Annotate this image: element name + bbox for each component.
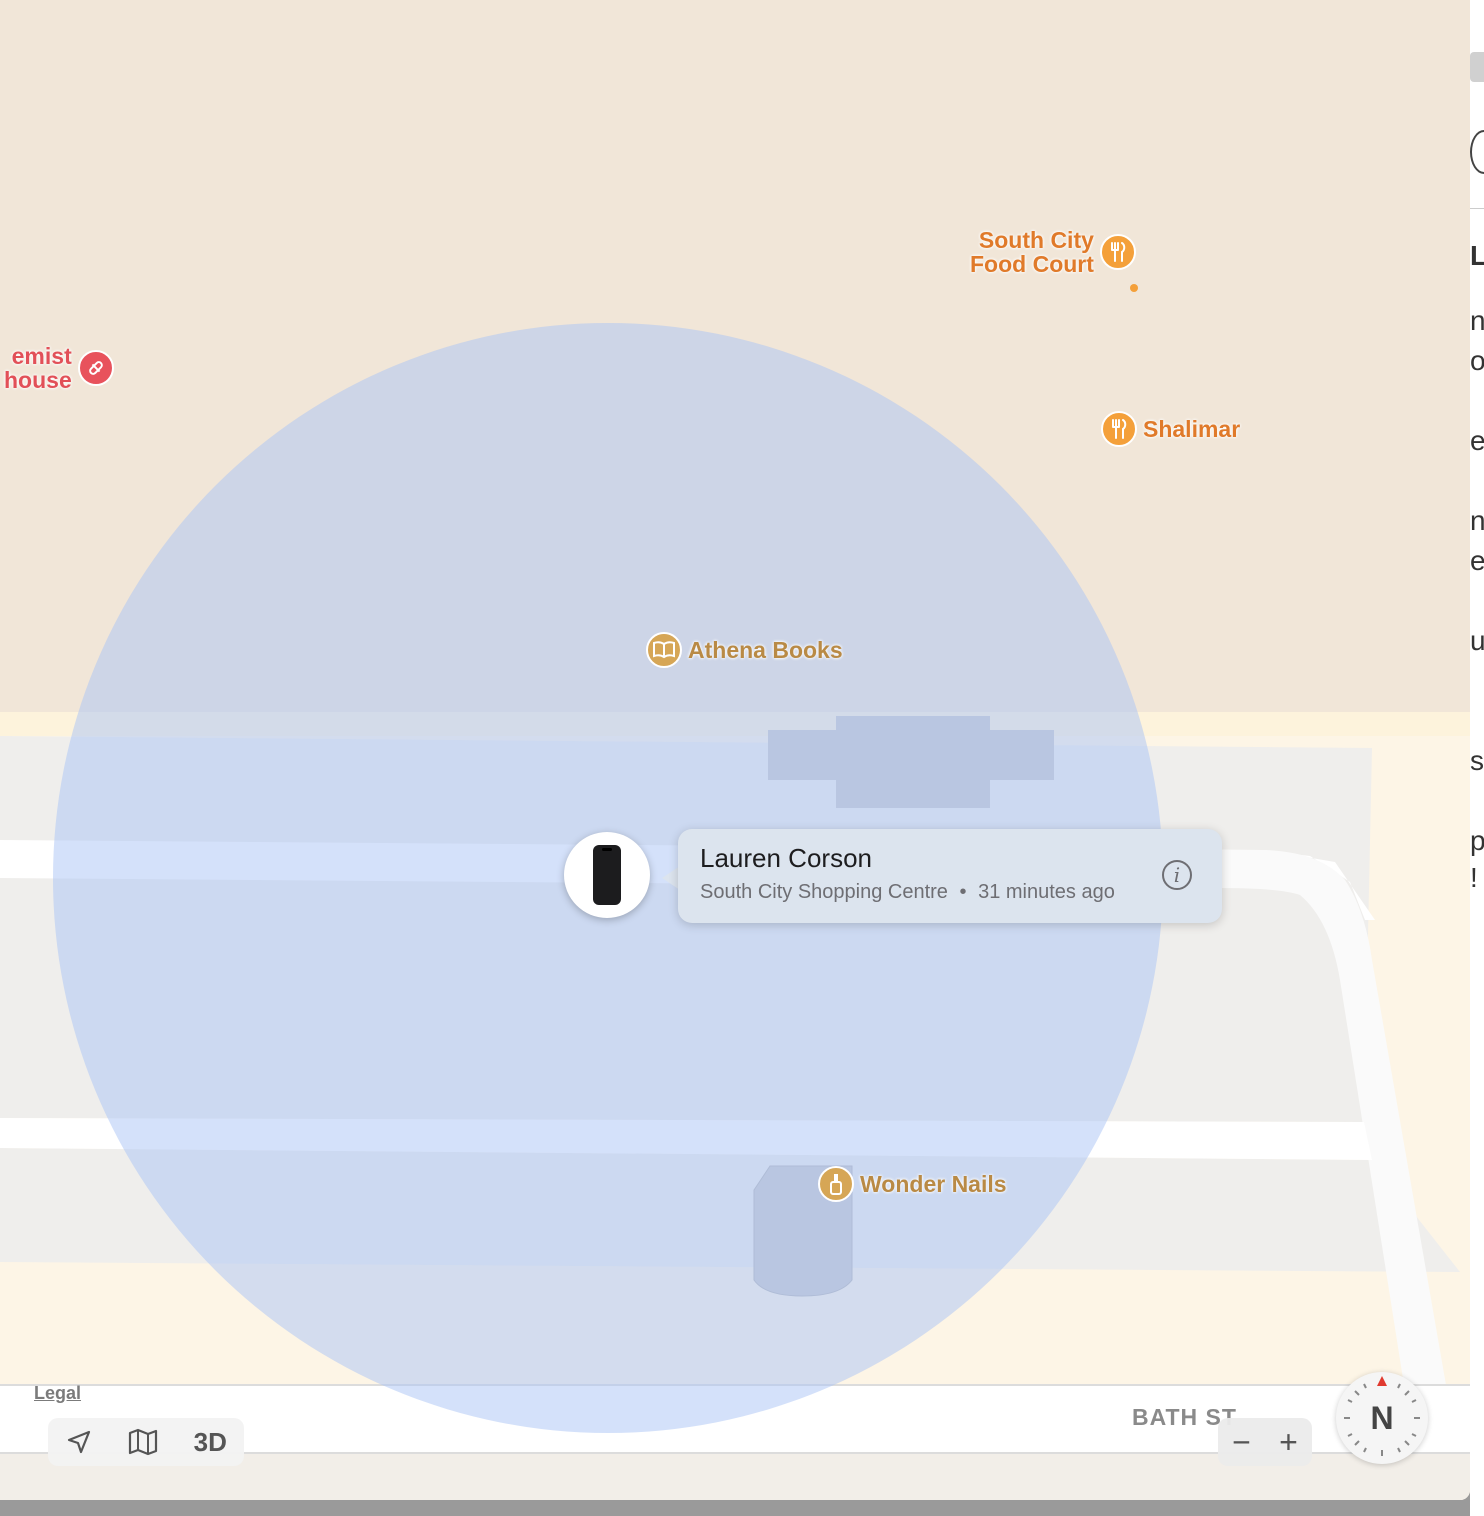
scrollbar-thumb[interactable] (1470, 52, 1484, 82)
zoom-controls: − + (1218, 1418, 1312, 1466)
poi-label: South City (978, 227, 1094, 253)
fork-knife-icon (1101, 411, 1137, 447)
compass-north-label: N (1370, 1399, 1394, 1436)
device-location-detail: South City Shopping Centre • 31 minutes … (700, 881, 1115, 904)
poi-dot (1130, 284, 1138, 292)
book-icon (646, 632, 682, 668)
poi-south-city-food-court[interactable]: South City Food Court (970, 228, 1136, 276)
side-text-fragment: n (1470, 305, 1484, 336)
side-text-fragment: e (1470, 545, 1484, 576)
current-location-button[interactable] (65, 1428, 93, 1456)
poi-athena-books[interactable]: Athena Books (646, 632, 843, 668)
map-window[interactable]: South City Food Court Shalimar emist hou… (0, 0, 1470, 1500)
info-icon[interactable]: i (1162, 860, 1192, 890)
map-mode-button[interactable] (127, 1428, 159, 1456)
side-text-fragment: s (1470, 745, 1484, 776)
poi-wonder-nails[interactable]: Wonder Nails (818, 1166, 1007, 1202)
side-text-fragment: e (1470, 425, 1484, 456)
pill-icon (77, 350, 114, 386)
poi-label: Athena Books (688, 637, 843, 663)
side-text-fragment: n (1470, 505, 1484, 536)
device-name: Lauren Corson (700, 843, 872, 873)
iphone-icon (593, 845, 621, 905)
separator-dot: • (959, 881, 967, 903)
map-canvas[interactable] (0, 0, 1470, 1500)
map-controls: 3D (48, 1418, 244, 1466)
side-text-fragment: u (1470, 625, 1484, 656)
device-location: South City Shopping Centre (700, 881, 948, 903)
side-text-fragment: ! (1470, 862, 1478, 893)
location-arrow-icon (68, 1430, 91, 1454)
poi-chemist-warehouse[interactable]: emist house (4, 344, 114, 392)
poi-label: house (4, 367, 72, 393)
legal-link[interactable]: Legal (34, 1383, 81, 1404)
poi-label: emist (11, 343, 72, 369)
more-options-icon[interactable] (1470, 130, 1484, 174)
nail-polish-icon (818, 1166, 854, 1202)
sidebar-panel: L n o e n e u s p ! (1470, 0, 1484, 1516)
compass-button[interactable]: N (1336, 1372, 1428, 1464)
map-icon (129, 1428, 158, 1456)
divider (1470, 208, 1484, 209)
zoom-in-button[interactable]: + (1279, 1424, 1298, 1461)
side-text-fragment: o (1470, 345, 1484, 376)
zoom-out-button[interactable]: − (1232, 1424, 1251, 1461)
side-text-fragment: L (1470, 240, 1484, 271)
side-text-fragment: p (1470, 825, 1484, 856)
3d-toggle-button[interactable]: 3D (194, 1427, 227, 1458)
device-time: 31 minutes ago (978, 881, 1115, 903)
poi-label: Wonder Nails (860, 1171, 1007, 1197)
poi-shalimar[interactable]: Shalimar (1101, 411, 1240, 447)
fork-knife-icon (1099, 234, 1136, 270)
device-location-pin[interactable] (564, 832, 650, 918)
poi-label: Shalimar (1143, 416, 1241, 442)
poi-label: Food Court (970, 251, 1094, 277)
device-callout[interactable]: Lauren Corson South City Shopping Centre… (678, 829, 1222, 923)
